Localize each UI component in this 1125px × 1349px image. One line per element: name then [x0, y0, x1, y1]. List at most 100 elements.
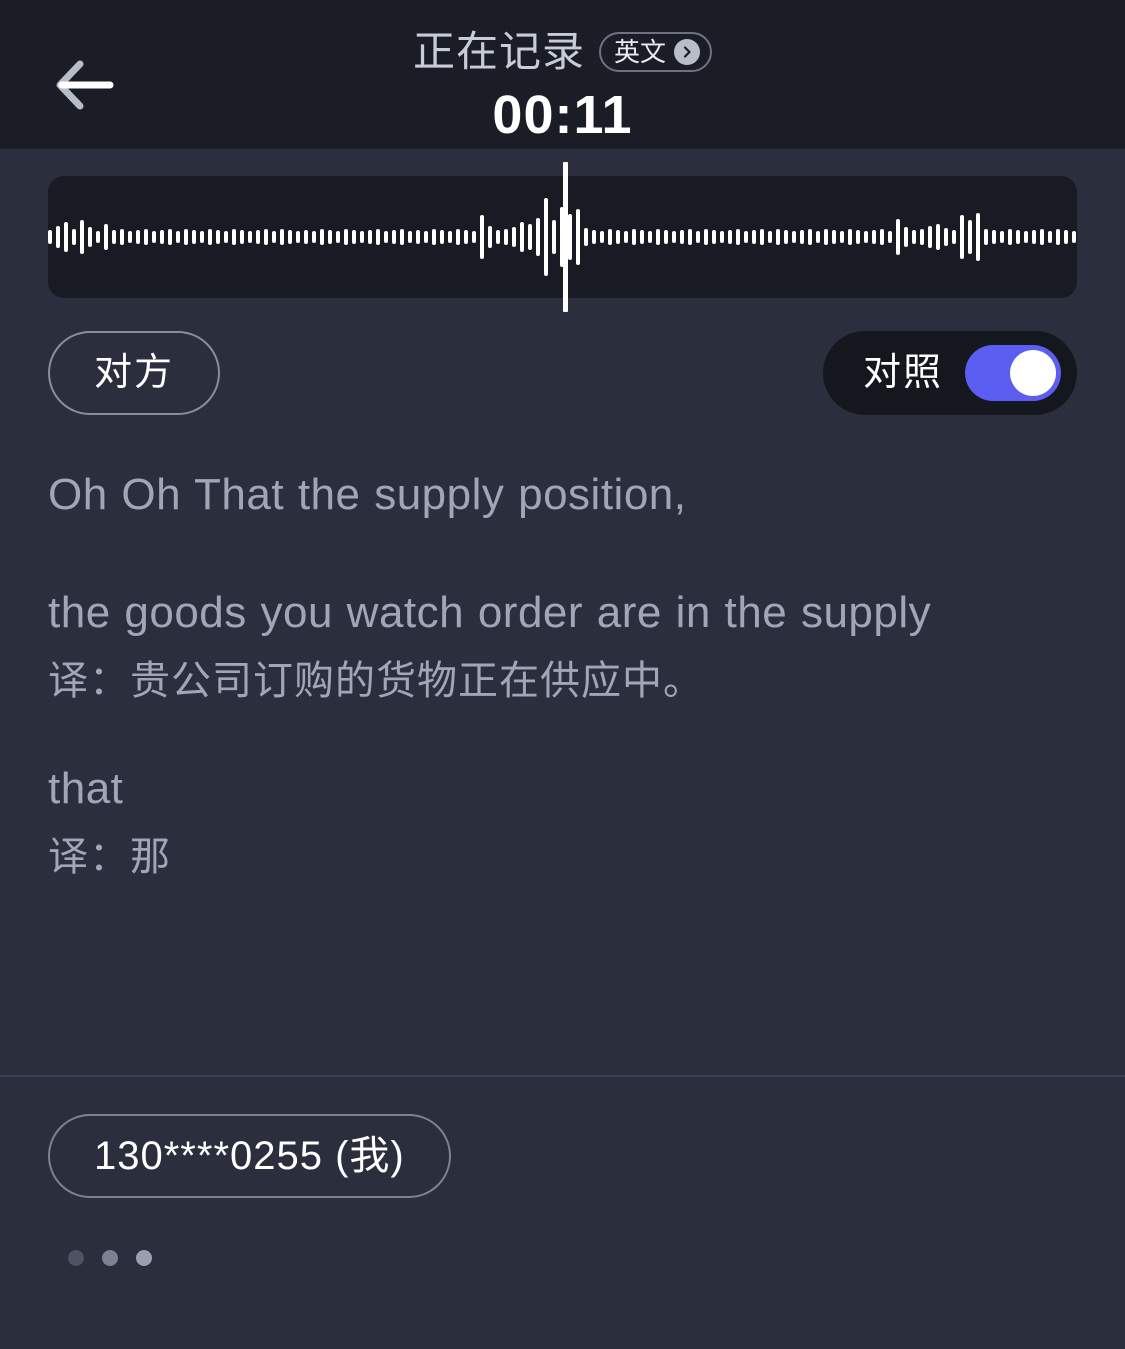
- toggle-knob: [1010, 350, 1056, 396]
- waveform-bar: [808, 229, 812, 245]
- waveform-bar: [848, 229, 852, 245]
- speaker-filter-button[interactable]: 对方: [48, 331, 221, 415]
- waveform-bar: [312, 231, 316, 243]
- waveform-bar: [776, 229, 780, 245]
- waveform-bar: [128, 231, 132, 243]
- waveform-bar: [728, 230, 732, 244]
- loading-dot: [102, 1250, 118, 1266]
- waveform-bar: [488, 226, 492, 248]
- recording-screen: 正在记录 英文 00:11 对方 对照 Oh Oh That the suppl…: [0, 0, 1125, 1349]
- waveform-bar: [176, 231, 180, 243]
- transcript-segment[interactable]: the goods you watch order are in the sup…: [48, 577, 1077, 713]
- waveform-bar: [152, 231, 156, 243]
- segment-spacer: [48, 531, 1077, 577]
- waveform-bar: [360, 231, 364, 243]
- waveform-bar: [80, 220, 84, 254]
- transcript-segment[interactable]: that 译：那: [48, 753, 1077, 889]
- waveform-bar: [288, 230, 292, 244]
- transcript-segment[interactable]: Oh Oh That the supply position,: [48, 459, 1077, 531]
- waveform-bar: [336, 231, 340, 243]
- waveform-bar: [1072, 231, 1076, 243]
- waveform-bar: [144, 229, 148, 245]
- speaker-filter-label: 对方: [94, 352, 175, 394]
- waveform-bar: [896, 219, 900, 255]
- waveform-bar: [824, 229, 828, 245]
- compare-toggle-group[interactable]: 对照: [822, 331, 1077, 415]
- waveform-bar: [696, 231, 700, 243]
- waveform-bar: [456, 229, 460, 245]
- waveform-bar: [552, 220, 556, 254]
- waveform-bar: [96, 231, 100, 243]
- waveform-bar: [592, 230, 596, 244]
- loading-dots: [68, 1250, 1077, 1266]
- waveform-bar: [544, 198, 548, 276]
- waveform-bar: [520, 222, 524, 252]
- waveform-bar: [504, 229, 508, 245]
- transcript-source-text: the goods you watch order are in the sup…: [48, 588, 932, 637]
- waveform-bar: [496, 230, 500, 244]
- header-center: 正在记录 英文 00:11: [0, 26, 1125, 146]
- waveform-bar: [656, 229, 660, 245]
- waveform-bar: [440, 230, 444, 244]
- waveform-bar: [112, 230, 116, 244]
- waveform-bar: [712, 230, 716, 244]
- waveform-bar: [56, 226, 60, 248]
- waveform-bar: [528, 224, 532, 250]
- waveform-bar: [296, 231, 300, 243]
- my-phone-label: 130****0255 (我): [94, 1134, 405, 1178]
- waveform-bar: [608, 229, 612, 245]
- waveform-bar: [72, 229, 76, 245]
- transcript-list[interactable]: Oh Oh That the supply position, the goods…: [48, 459, 1077, 1075]
- waveform-bar: [472, 231, 476, 243]
- waveform-bar: [1064, 230, 1068, 244]
- waveform-bar: [880, 229, 884, 245]
- transcript-source-text: Oh Oh That the supply position,: [48, 470, 687, 519]
- waveform-bar: [184, 229, 188, 245]
- title-row: 正在记录 英文: [413, 26, 713, 78]
- waveform-bar: [136, 230, 140, 244]
- waveform-bar: [928, 226, 932, 248]
- waveform-bar: [104, 224, 108, 250]
- waveform-bar: [992, 230, 996, 244]
- waveform-bar: [672, 231, 676, 243]
- waveform-bar: [704, 229, 708, 245]
- waveform-bar: [1008, 229, 1012, 245]
- waveform-bar: [840, 231, 844, 243]
- waveform-bar: [240, 230, 244, 244]
- waveform-bar: [792, 231, 796, 243]
- waveform-bar: [224, 231, 228, 243]
- waveform-bar: [600, 231, 604, 243]
- waveform-bar: [328, 230, 332, 244]
- waveform-bar: [720, 231, 724, 243]
- language-badge[interactable]: 英文: [599, 32, 713, 72]
- controls-row: 对方 对照: [48, 331, 1077, 415]
- waveform-bar: [256, 230, 260, 244]
- playhead-indicator[interactable]: [562, 162, 568, 312]
- waveform-bar: [64, 222, 68, 252]
- loading-dot: [68, 1250, 84, 1266]
- waveform-bar: [864, 231, 868, 243]
- waveform-bar: [200, 231, 204, 243]
- waveform-bar: [944, 228, 948, 246]
- waveform-bar: [800, 230, 804, 244]
- waveform-bar: [984, 229, 988, 245]
- waveform-bar: [216, 230, 220, 244]
- waveform-bar: [752, 230, 756, 244]
- segment-spacer: [48, 713, 1077, 753]
- waveform-bar: [432, 229, 436, 245]
- waveform-bar: [208, 229, 212, 245]
- waveform-bar: [736, 229, 740, 245]
- compare-toggle-label: 对照: [862, 352, 943, 394]
- waveform-bar: [232, 229, 236, 245]
- waveform-bar: [1040, 229, 1044, 245]
- waveform-bar: [872, 230, 876, 244]
- waveform-bar: [168, 229, 172, 245]
- waveform-bar: [344, 229, 348, 245]
- waveform-bar: [392, 230, 396, 244]
- waveform-bar: [1032, 230, 1036, 244]
- waveform-bar: [120, 229, 124, 245]
- my-phone-pill[interactable]: 130****0255 (我): [48, 1114, 451, 1198]
- waveform-bar: [760, 229, 764, 245]
- waveform-area[interactable]: [48, 162, 1077, 312]
- compare-toggle-switch[interactable]: [965, 345, 1061, 401]
